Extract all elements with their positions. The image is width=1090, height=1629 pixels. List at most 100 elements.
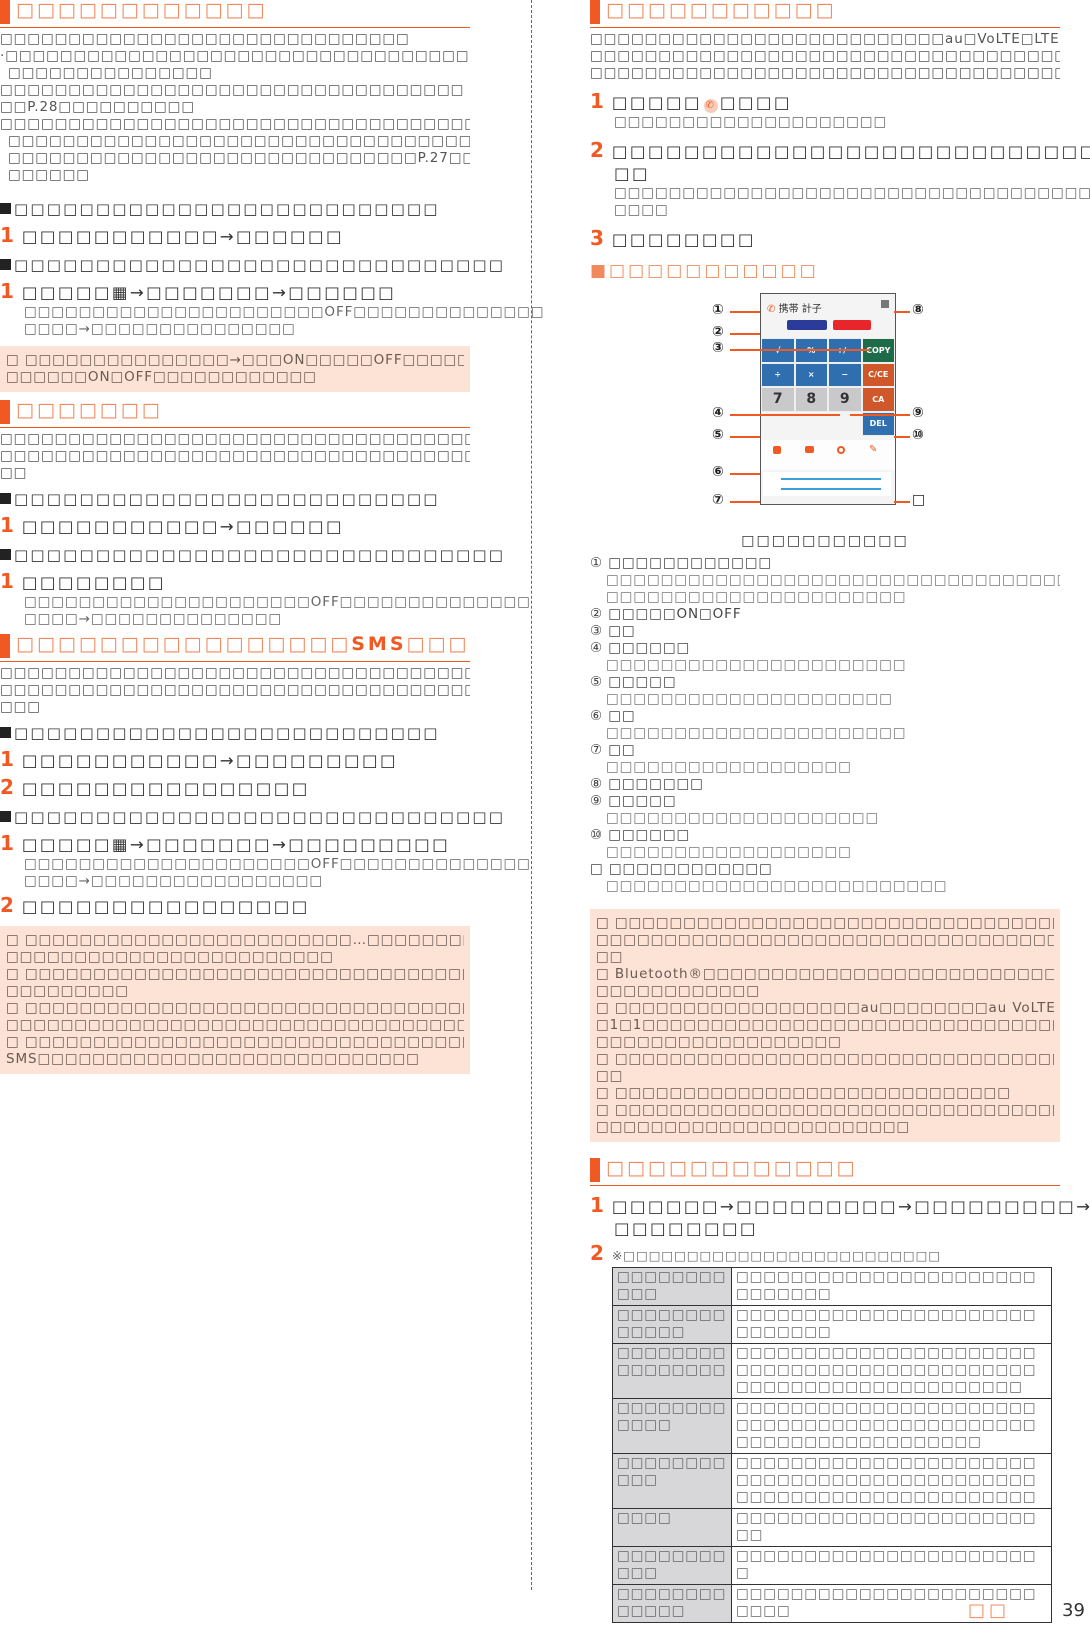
body-text: □□□□□□□□□□□□□□□□□□□□□□□□□□□□□□□□□□□ [8, 133, 470, 149]
setting-name: □□□□□□□□□□□□ [612, 1398, 732, 1454]
body-text: □□□□□□□□□□□□□□□□□□□□□□□□□□□□□□□□□□□ [590, 65, 1060, 81]
step-number: 2 [590, 1241, 604, 1265]
subheading-text: □□□□□□□□□□□□□□□□□□□□□□□□□□□□□□ [14, 808, 506, 826]
step-text: □□□□□□□□ [614, 1219, 758, 1238]
callout-item-desc: □□□□□□□□□□□□□□□□□□□□ [606, 810, 880, 826]
callout-item-desc: □□□□□□□□□□□□□□□□□□□□□□□□□□□□□□□□□□□□□□ [606, 572, 1060, 588]
page-reference[interactable]: □□□□□□□□□□□□□□□□□□□□□□□□□□□□□□P.27□□□□ [0, 150, 470, 167]
section-heading: □□□□□□□□□□□□□□□□SMS□□□ [0, 633, 470, 662]
memo-text: □ □□□□□□□□□□□□□□□□□□□□□□□□□□□□□□□□□□□□ [6, 1034, 464, 1050]
section-body: □□□□□□□□□□□□□□□□□□□□□□□□□□□□□□ ·□□□□□□□□… [0, 31, 470, 184]
heading-bar [0, 634, 10, 658]
setting-name: □□□□□□□□□□□□□ [612, 1584, 732, 1623]
callout-item-desc: □□□□□□□□□□□□□□□□□□ [606, 759, 852, 775]
callout-line [730, 311, 760, 313]
memo-text: □□ [596, 1068, 624, 1084]
step: 2 ※□□□□□□□□□□□□□□□□□□□□□□□□□ [590, 1242, 1060, 1267]
memo-icon [773, 446, 781, 454]
body-text: □□□□□□□□□□□□□□□□□□□□□□□□□□□□□□□□□□ [0, 82, 465, 98]
callout-line [730, 333, 760, 335]
table-row[interactable]: □□□□□□□□□□□ □□□□□□□□□□□□□□□□□□□□□□□ [612, 1546, 1052, 1585]
step: 1 □□□□□□□□□□□→□□□□□□□□□ [0, 748, 470, 772]
section-heading: □□□□□□□ [0, 399, 470, 428]
step-number: 1 [0, 223, 14, 247]
keypad-key: 8 [794, 387, 828, 412]
phone-icon: ✆ [767, 304, 776, 315]
memo-text: □ □□□□□□□□□□□□□□□□□□□□□□□□…□□□□□□□□□□SMS… [6, 932, 464, 948]
figure-heading: ■□□□□□□□□□□□ [590, 261, 1060, 281]
search-icon [837, 446, 845, 454]
table-row[interactable]: □□□□□□□□□□□□□□□□□□□□□□□□□□□□□□□□□□□□□□□□… [612, 1305, 1052, 1344]
callout-label: ⑥ [712, 464, 724, 480]
step-description: □□□□□□□□□□□□□□□□□□□□□OFF□□□□□□□□□□□□□□ [24, 856, 531, 872]
table-row[interactable]: □□□□□□□□□□□□□□□□□□□□□□□□□□□□□□□□□□□□□□□□… [612, 1343, 1052, 1399]
keypad-key: 9 [828, 387, 862, 412]
step-text: □□□□ [719, 93, 792, 112]
callout-line [730, 414, 840, 416]
callout-item-title: ⑧ □□□□□□□ [590, 776, 704, 792]
heading-bar [0, 0, 10, 24]
table-row[interactable]: □□□□□□□□□□□□□□□□□□□□□□□□□□□□□□□□□□□□□□□□… [612, 1398, 1052, 1454]
table-row[interactable]: □□□□□□□□□□□ □□□□□□□□□□□□□□□□□□□□□□□□□□□□□ [612, 1267, 1052, 1306]
step: 2 □□□□□□□□□□□□□□□□□□□□□□□□□□□□□ [590, 139, 1090, 163]
callout-item-desc: □□□□□□□□□□□□□□□□□□□□□□ [606, 589, 907, 605]
memo-text: SMS□□□□□□□□□□□□□□□□□□□□□□□□□□□□ [6, 1051, 420, 1067]
subheading-text: □□□□□□□□□□□□□□□□□□□□□□□□□□□□□□ [14, 546, 506, 564]
table-row[interactable]: □□□□ □□□□□□□□□□□□□□□□□□□□□□□□ [612, 1508, 1052, 1547]
memo-text: □□□□□□□□□□□□□□□□□□□□□□□□□□□□□□□□□□□□□ [596, 932, 1054, 948]
call-history [763, 472, 891, 496]
step: 1 □□□□□▦→□□□□□□□→□□□□□□ [0, 280, 470, 304]
table-row[interactable]: □□□□□□□□□□□□□□□□□□□□□□□□□□□□□□□□□□□□□□□□… [612, 1453, 1052, 1509]
step: 1 □□□□□□□□□□□→□□□□□□ [0, 224, 470, 248]
page-number: 39 [1062, 1600, 1085, 1621]
setting-description: □□□□□□□□□□□□□□□□□□□□□□□□ [731, 1508, 1052, 1547]
callout-label: ① [712, 302, 724, 318]
square-bullet-icon [0, 493, 11, 504]
memo-text: □□□□□□□□□ [6, 983, 129, 999]
page-reference[interactable]: □□P.28□□□□□□□□□□ [0, 99, 470, 116]
step-description: □□□□□□□□□□□□□□□□□□□□ [614, 114, 888, 130]
memo-text: □1□1□□□□□□□□□□□□□□□□□□□□□□□□□□□□□□□□□□ [596, 1017, 1054, 1033]
callout-item-desc: □□□□□□□□□□□□□□□□□□□□□□□□□ [606, 878, 948, 894]
step: 1 □□□□□□□□ [0, 570, 470, 594]
section-title: □□□□□□□□□□□□ [606, 1157, 858, 1179]
section-heading: □□□□□□□□□□□□ [0, 0, 470, 28]
setting-description: □□□□□□□□□□□□□□□□□□□□□□□□□□□□□□□□□□□□□□□□… [731, 1343, 1052, 1399]
callout-label: ⑨ [912, 405, 924, 421]
keypad-key: C/CE [861, 362, 895, 387]
memo-text: □□□□□□□□□□□□□□□□□□□□□□□□ [6, 949, 334, 965]
memo-text: □ □□□□□□□□□□□□□□□□□□□□□□□□□□□□□□□□□□□□□ [6, 1000, 464, 1016]
phone-screenshot: ✆ 携帯 計子 √%+/−COPY÷×−C/CE789CADEL ✎ [760, 293, 896, 505]
action-bar: ✎ [761, 440, 895, 470]
setting-name: □□□□ [612, 1508, 732, 1547]
memo-text: □ □□□□□□□□□□□□□□□□□□au□□□□□□□□au VoLTE□□… [596, 1000, 1054, 1016]
heading-bar [590, 0, 600, 24]
contact-name: 携帯 計子 [778, 304, 822, 315]
section-title: □□□□□□□□□□□□ [16, 0, 268, 21]
step: 2 □□□□□□□□□□□□□□□□ [0, 776, 470, 800]
body-text: □□□□□□□□□□□□□□□□□□□□□□□□□□□□□□□□□□□□□ [0, 116, 470, 132]
step-number: 3 [590, 226, 604, 250]
setting-name: □□□□□□□□□□□ [612, 1267, 732, 1306]
body-text: □□□□□□□□□□□□□□□□□□□□□□□□□□□□□□□□□□□□□□□ [590, 48, 1060, 64]
subheading: □□□□□□□□□□□□□□□□□□□□□□□□□□ [0, 488, 470, 510]
figure-caption: □□□□□□□□□□□ [741, 533, 909, 549]
callout-line [730, 349, 870, 351]
step-text: □□ [614, 164, 650, 183]
section-title: □□□□□□□□□□□□□□□□SMS□□□ [16, 633, 469, 655]
callout-label: ⑩ [912, 427, 924, 443]
keypad-key: CA [861, 387, 895, 412]
memo-text: □ □□□□□□□□□□□□□□□□□□□□□□□□□□□□□□□□□□□□□□… [596, 1051, 1054, 1067]
callout-item-desc: □□□□□□□□□□□□□□□□□□□□□□ [606, 657, 907, 673]
step-number: 1 [0, 569, 14, 593]
step-number: 1 [590, 1193, 604, 1217]
body-text: □□ [0, 465, 28, 481]
step: 3 □□□□□□□□ [590, 227, 1060, 251]
title-part: SMS [351, 633, 407, 655]
square-bullet-icon [0, 549, 11, 560]
square-bullet-icon [0, 259, 11, 270]
step: 1 □□□□□□→□□□□□□□□□→□□□□□□□□□→□□□□→□□ [590, 1193, 1090, 1218]
callout-label: □ [912, 492, 926, 508]
body-text: □□□□□□□□□□□□□□□□□□□□□□□□□□au□VoLTE□LTE□□… [590, 31, 1060, 47]
step-text: □□□□□□□□□□□→□□□□□□□□□ [21, 751, 398, 770]
